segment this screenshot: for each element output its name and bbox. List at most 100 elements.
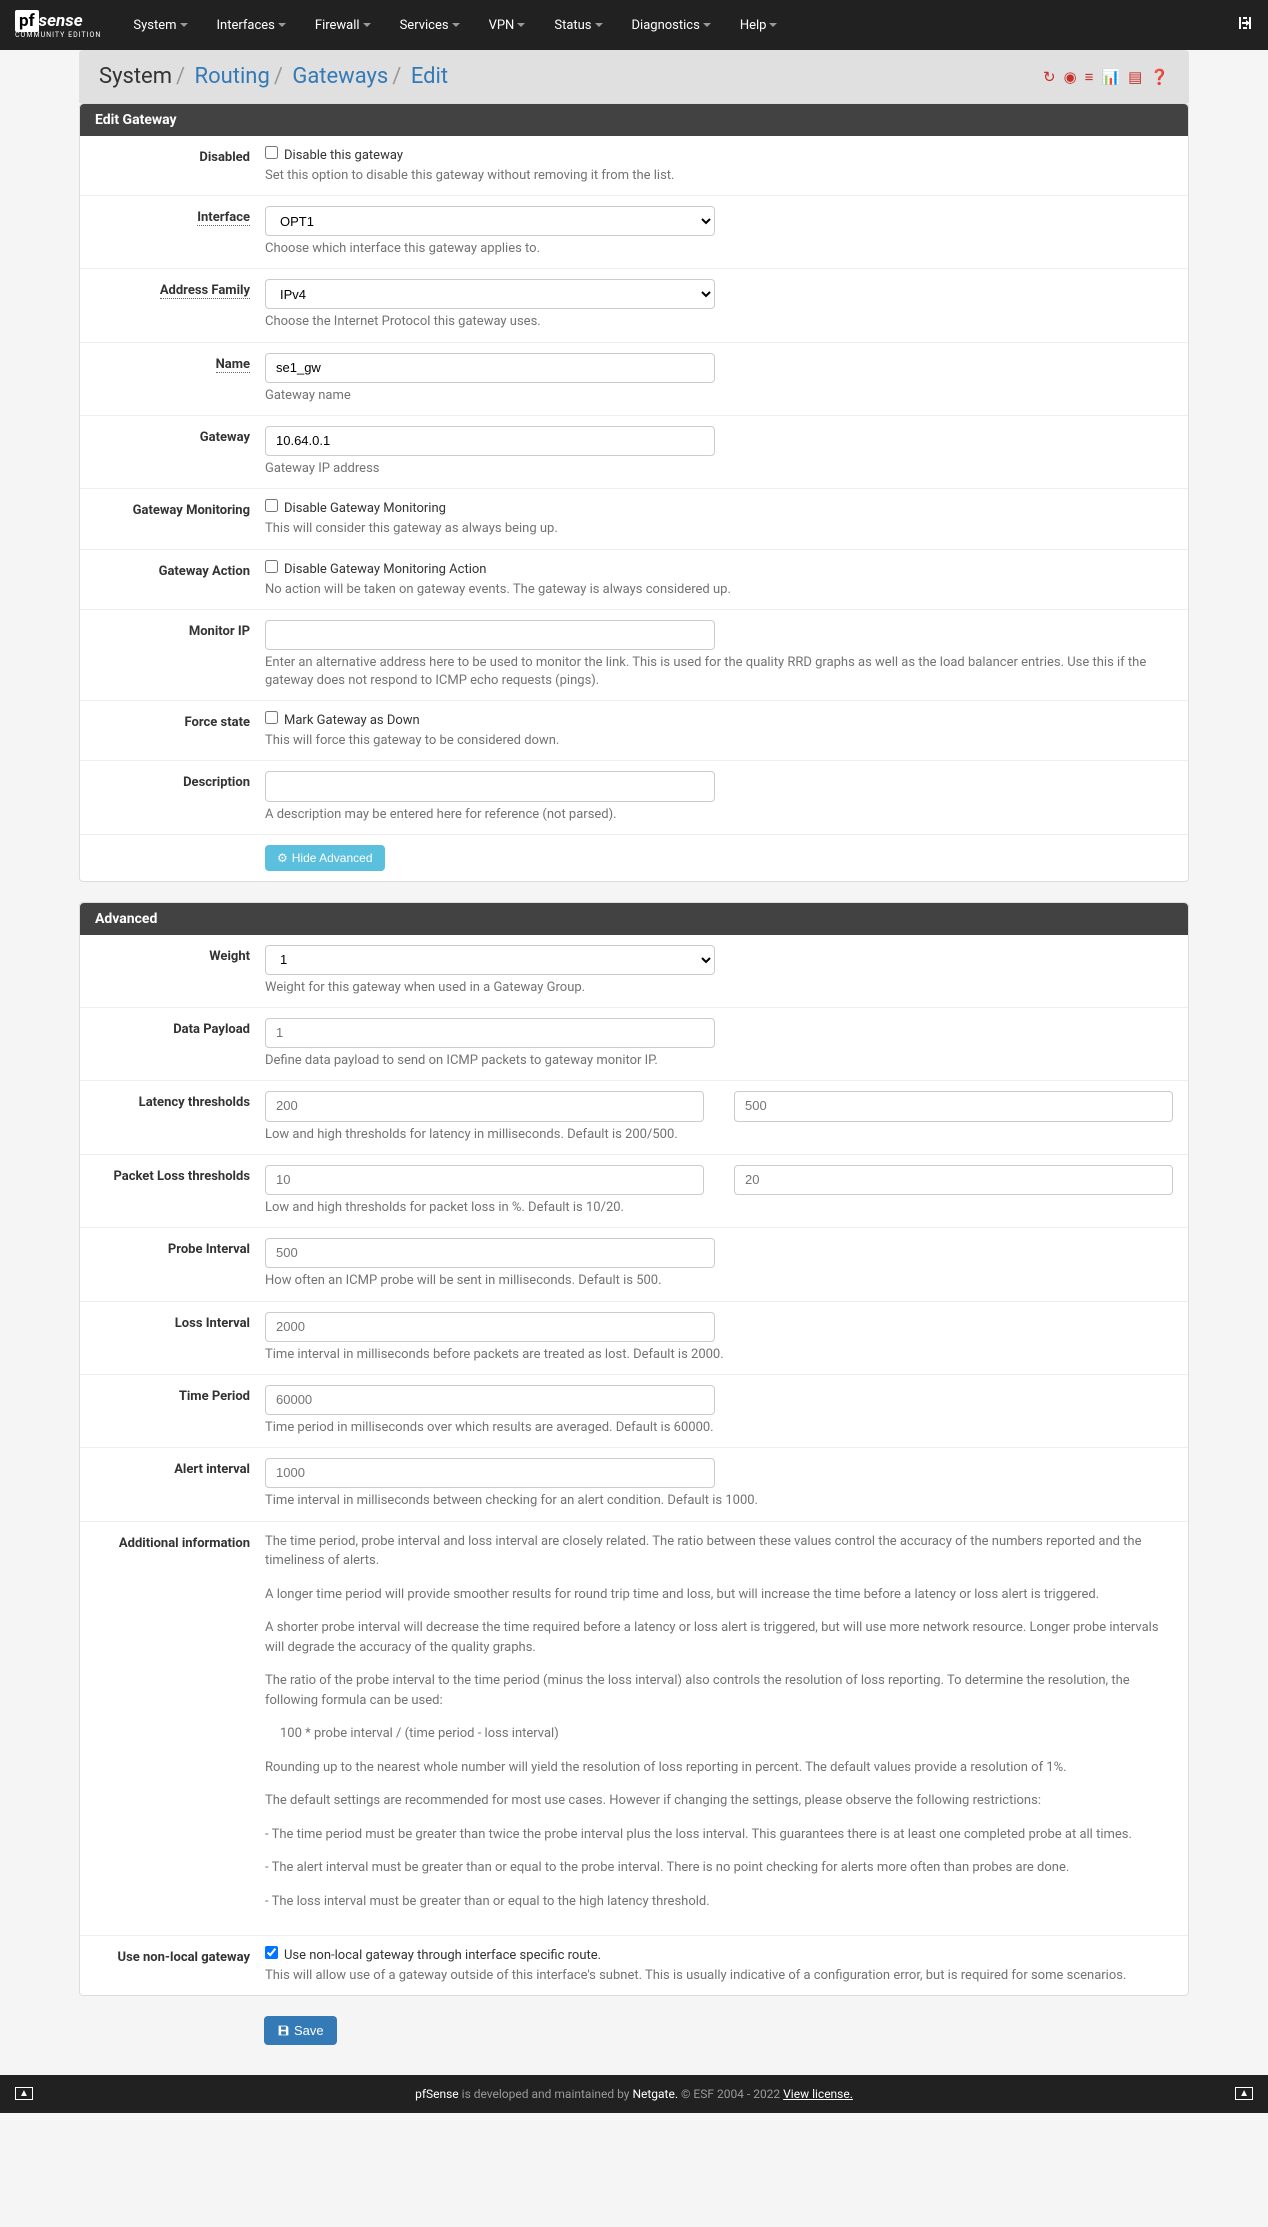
nav-menu: System Interfaces Firewall Services VPN … [121, 8, 1237, 43]
latency-low-input[interactable] [265, 1091, 704, 1121]
action-checkbox[interactable] [265, 560, 278, 573]
action-checkbox-wrapper[interactable]: Disable Gateway Monitoring Action [265, 562, 486, 577]
alert-label: Alert interval [174, 1462, 250, 1477]
sliders-icon[interactable]: ≡ [1085, 68, 1094, 86]
disabled-help: Set this option to disable this gateway … [265, 167, 1173, 185]
force-checkbox-wrapper[interactable]: Mark Gateway as Down [265, 713, 420, 728]
nav-status[interactable]: Status [542, 8, 614, 43]
action-label: Gateway Action [159, 564, 250, 579]
header-action-icons: ↻ ◉ ≡ 📊 ▤ ❓ [1043, 68, 1169, 86]
advanced-title: Advanced [80, 903, 1188, 935]
chart-icon[interactable]: 📊 [1101, 68, 1120, 86]
top-navbar: pfsense COMMUNITY EDITION System Interfa… [0, 0, 1268, 50]
addinfo-content: The time period, probe interval and loss… [265, 1532, 1173, 1926]
breadcrumb: System/ Routing/ Gateways/ Edit [99, 64, 448, 89]
monitoring-checkbox-wrapper[interactable]: Disable Gateway Monitoring [265, 501, 446, 516]
payload-input[interactable] [265, 1018, 715, 1048]
latency-help: Low and high thresholds for latency in m… [265, 1126, 1173, 1144]
nonlocal-checkbox[interactable] [265, 1946, 278, 1959]
name-label: Name [216, 357, 250, 373]
nonlocal-help: This will allow use of a gateway outside… [265, 1967, 1173, 1985]
advanced-panel: Advanced Weight 1 Weight for this gatewa… [79, 902, 1189, 1997]
monitoring-label: Gateway Monitoring [133, 503, 250, 518]
weight-help: Weight for this gateway when used in a G… [265, 979, 1173, 997]
probe-label: Probe Interval [168, 1242, 250, 1257]
loss-label: Packet Loss thresholds [113, 1169, 250, 1184]
interface-help: Choose which interface this gateway appl… [265, 240, 1173, 258]
save-icon [277, 2024, 290, 2037]
force-checkbox[interactable] [265, 711, 278, 724]
breadcrumb-edit[interactable]: Edit [411, 64, 448, 89]
disabled-label: Disabled [199, 150, 250, 165]
monitorip-help: Enter an alternative address here to be … [265, 654, 1173, 690]
nav-interfaces[interactable]: Interfaces [205, 8, 298, 43]
nav-system[interactable]: System [121, 8, 199, 43]
name-help: Gateway name [265, 387, 1173, 405]
log-icon[interactable]: ▤ [1128, 68, 1142, 86]
logout-icon[interactable] [1237, 15, 1253, 35]
period-label: Time Period [179, 1389, 250, 1404]
footer-up-right-icon[interactable]: ▲ [1235, 2087, 1253, 2100]
addinfo-label: Additional information [119, 1536, 250, 1551]
lossint-help: Time interval in milliseconds before pac… [265, 1346, 1173, 1364]
nonlocal-label: Use non-local gateway [118, 1950, 250, 1965]
addrfam-select[interactable]: IPv4 [265, 279, 715, 309]
interface-label: Interface [197, 210, 250, 226]
name-input[interactable] [265, 353, 715, 383]
nav-help[interactable]: Help [728, 8, 790, 43]
disabled-checkbox-wrapper[interactable]: Disable this gateway [265, 148, 403, 163]
loss-help: Low and high thresholds for packet loss … [265, 1199, 1173, 1217]
breadcrumb-system: System [99, 64, 172, 89]
monitoring-help: This will consider this gateway as alway… [265, 520, 1173, 538]
probe-input[interactable] [265, 1238, 715, 1268]
force-label: Force state [185, 715, 250, 730]
period-help: Time period in milliseconds over which r… [265, 1419, 1173, 1437]
monitoring-checkbox[interactable] [265, 499, 278, 512]
panel-title: Edit Gateway [80, 104, 1188, 136]
refresh-icon[interactable]: ↻ [1043, 68, 1056, 86]
weight-label: Weight [209, 949, 250, 964]
gateway-help: Gateway IP address [265, 460, 1173, 478]
gateway-label: Gateway [200, 430, 250, 445]
monitorip-label: Monitor IP [189, 624, 250, 639]
alert-input[interactable] [265, 1458, 715, 1488]
nonlocal-checkbox-wrapper[interactable]: Use non-local gateway through interface … [265, 1948, 601, 1963]
loss-high-input[interactable] [734, 1165, 1173, 1195]
desc-help: A description may be entered here for re… [265, 806, 1173, 824]
logo[interactable]: pfsense COMMUNITY EDITION [15, 11, 101, 39]
footer: ▲ pfSense is developed and maintained by… [0, 2075, 1268, 2113]
footer-up-left-icon[interactable]: ▲ [15, 2087, 33, 2100]
probe-help: How often an ICMP probe will be sent in … [265, 1272, 1173, 1290]
loss-low-input[interactable] [265, 1165, 704, 1195]
save-button[interactable]: Save [264, 2016, 337, 2045]
addrfam-help: Choose the Internet Protocol this gatewa… [265, 313, 1173, 331]
nav-vpn[interactable]: VPN [477, 8, 538, 43]
payload-help: Define data payload to send on ICMP pack… [265, 1052, 1173, 1070]
alert-help: Time interval in milliseconds between ch… [265, 1492, 1173, 1510]
lossint-input[interactable] [265, 1312, 715, 1342]
monitorip-input[interactable] [265, 620, 715, 650]
force-help: This will force this gateway to be consi… [265, 732, 1173, 750]
desc-input[interactable] [265, 771, 715, 801]
period-input[interactable] [265, 1385, 715, 1415]
lossint-label: Loss Interval [175, 1316, 250, 1331]
gear-icon [277, 851, 288, 865]
payload-label: Data Payload [173, 1022, 250, 1037]
disabled-checkbox[interactable] [265, 146, 278, 159]
edit-gateway-panel: Edit Gateway Disabled Disable this gatew… [79, 103, 1189, 882]
hide-advanced-button[interactable]: Hide Advanced [265, 845, 385, 871]
page-header: System/ Routing/ Gateways/ Edit ↻ ◉ ≡ 📊 … [79, 50, 1189, 103]
gateway-input[interactable] [265, 426, 715, 456]
nav-firewall[interactable]: Firewall [303, 8, 383, 43]
nav-services[interactable]: Services [388, 8, 472, 43]
breadcrumb-gateways[interactable]: Gateways [292, 64, 388, 89]
record-icon[interactable]: ◉ [1064, 68, 1077, 86]
help-icon[interactable]: ❓ [1150, 68, 1169, 86]
interface-select[interactable]: OPT1 [265, 206, 715, 236]
weight-select[interactable]: 1 [265, 945, 715, 975]
addrfam-label: Address Family [160, 283, 250, 299]
breadcrumb-routing[interactable]: Routing [195, 64, 270, 89]
nav-diagnostics[interactable]: Diagnostics [620, 8, 723, 43]
license-link[interactable]: View license. [783, 2087, 853, 2101]
latency-high-input[interactable] [734, 1091, 1173, 1121]
